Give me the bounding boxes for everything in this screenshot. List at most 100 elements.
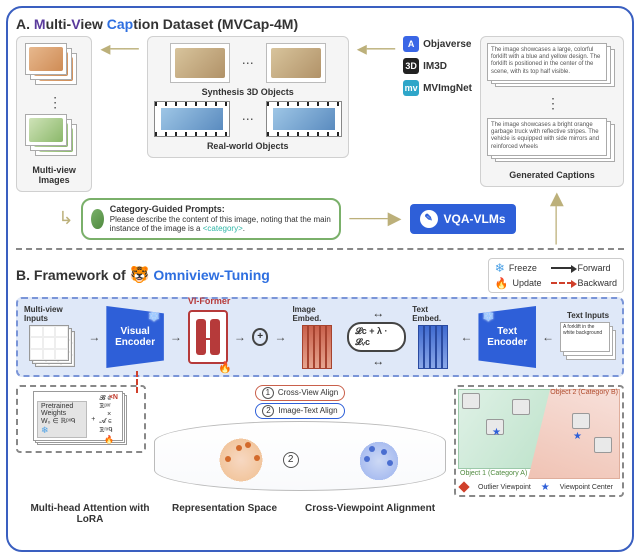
dataset-list: A Objaverse 3D IM3D mv MVImgNet bbox=[403, 36, 472, 96]
lora-box: ×N Pretrained Weights W₀ ∈ ℝᵖˣᑫ ❄ + 𝓑 ∈ … bbox=[16, 385, 146, 453]
text-sample: A forklift in the white background bbox=[563, 324, 602, 336]
panel-a: A. Multi-View Caption Dataset (MVCap-4M)… bbox=[16, 16, 624, 240]
arrow-left-icon: ← bbox=[542, 330, 554, 344]
synth-object-cell bbox=[266, 43, 326, 83]
image-embed: Image Embed. bbox=[292, 305, 341, 369]
star-icon: ★ bbox=[573, 431, 582, 442]
panel-b: B. Framework of 🐯 Omniview-Tuning ❄Freez… bbox=[16, 258, 624, 542]
oplus-icon: + bbox=[252, 328, 269, 346]
legend-update: 🔥Update bbox=[495, 277, 542, 290]
caption-stack-1: The image showcases a large, colorful fo… bbox=[487, 43, 617, 89]
caption-stack-2: The image showcases a bright orange garb… bbox=[487, 118, 617, 164]
visual-encoder-block: Visual Encoder ❄ bbox=[106, 306, 164, 368]
cv-thumb-icon bbox=[462, 393, 480, 409]
prompt-title: Category-Guided Prompts: bbox=[110, 204, 332, 215]
text-inputs-label: Text Inputs bbox=[567, 311, 609, 320]
thumb-icon bbox=[25, 43, 67, 75]
cv-legend-outlier: Outlier Viewpoint bbox=[478, 484, 531, 491]
dataset-objaverse: A Objaverse bbox=[403, 36, 472, 52]
captions-label: Generated Captions bbox=[509, 170, 595, 180]
cv-caption: Cross-Viewpoint Alignment bbox=[285, 503, 455, 525]
visual-encoder-label: Visual Encoder bbox=[106, 326, 164, 348]
legend-backward-label: Backward bbox=[577, 278, 617, 288]
badge-1-icon: 1 bbox=[262, 387, 274, 399]
lora-plus-icon: + bbox=[91, 416, 95, 423]
vqa-vlms-box: ✎ VQA-VLMs bbox=[410, 204, 516, 234]
align-labels: 1 Cross-View Align 2 Image-Text Align bbox=[255, 385, 345, 419]
title-tion: tion Dataset (MVCap-4M) bbox=[133, 16, 298, 32]
divider bbox=[16, 248, 624, 250]
lora-a: 𝓐 ∈ ℝʳˣᑫ bbox=[99, 418, 119, 435]
arrow-right-icon: → bbox=[170, 330, 182, 344]
title-iew: iew bbox=[80, 16, 106, 32]
loss-pill: 𝓛ᴄ + λ · 𝓛ᵥᴄ bbox=[347, 322, 406, 352]
lora-card: ×N Pretrained Weights W₀ ∈ ℝᵖˣᑫ ❄ + 𝓑 ∈ … bbox=[33, 391, 123, 441]
panel-b-bottom-row: ×N Pretrained Weights W₀ ∈ ℝᵖˣᑫ ❄ + 𝓑 ∈ … bbox=[16, 385, 624, 497]
tiger-emoji-icon: 🐯 bbox=[130, 267, 150, 284]
thumb-stack-truck bbox=[25, 43, 83, 91]
real-row: ⋯ bbox=[154, 101, 342, 137]
snowflake-icon: ❄ bbox=[495, 261, 505, 275]
arrow-solid-icon bbox=[551, 267, 573, 269]
object-thumb-icon bbox=[170, 43, 230, 83]
ellipsis-icon: ⋯ bbox=[242, 112, 254, 126]
cv-thumb-icon bbox=[572, 413, 590, 429]
captions-box: The image showcases a large, colorful fo… bbox=[480, 36, 624, 187]
panel-b-header: B. Framework of 🐯 Omniview-Tuning ❄Freez… bbox=[16, 258, 624, 293]
film-strip-icon bbox=[266, 101, 342, 137]
embed-bar-icon bbox=[442, 325, 448, 369]
lora-pretrained: Pretrained Weights W₀ ∈ ℝᵖˣᑫ ❄ bbox=[37, 401, 87, 438]
vi-bridge-icon bbox=[202, 338, 218, 340]
title-cap: Cap bbox=[107, 16, 133, 32]
text-embed-label: Text Embed. bbox=[412, 305, 454, 323]
vi-former-block bbox=[188, 310, 228, 364]
im3d-label: IM3D bbox=[423, 61, 447, 72]
text-embed-bars bbox=[418, 325, 448, 369]
image-text-label: Image-Text Align bbox=[278, 406, 337, 415]
vqa-label: VQA-VLMs bbox=[444, 212, 506, 226]
legend-freeze: ❄Freeze bbox=[495, 261, 542, 275]
thumb-stack-plant bbox=[25, 114, 83, 162]
panel-a-prefix: A. bbox=[16, 16, 34, 32]
point-icon bbox=[387, 460, 393, 466]
point-icon bbox=[225, 456, 231, 462]
star-icon: ★ bbox=[492, 427, 501, 438]
prompt-body-b: . bbox=[243, 224, 245, 233]
fire-icon: 🔥 bbox=[495, 277, 509, 290]
panel-a-bottom-row: ↳ Category-Guided Prompts: Please descri… bbox=[16, 198, 624, 240]
figure-frame: A. Multi-View Caption Dataset (MVCap-4M)… bbox=[6, 6, 634, 552]
objects-box: ⋯ Synthesis 3D Objects ⋯ Real-world Obje… bbox=[147, 36, 349, 158]
cv-obj1-label: Object 1 (Category A) bbox=[460, 470, 527, 477]
double-arrow-icon: ↔ bbox=[372, 306, 381, 320]
text-encoder-block: Text Encoder ❄ bbox=[478, 306, 536, 368]
mv-input-stack bbox=[29, 325, 77, 369]
title-ulti: ulti- bbox=[46, 16, 72, 32]
double-arrow-icon: ↔ bbox=[372, 354, 381, 368]
lora-times-n: ×N bbox=[109, 394, 118, 401]
diamond-icon bbox=[458, 482, 469, 493]
lora-caption-a: Multi-head Attention with LoRA bbox=[30, 503, 149, 525]
cv-obj2-label: Object 2 (Category B) bbox=[550, 389, 618, 396]
badge-2-icon: 2 bbox=[262, 405, 274, 417]
representation-space-box: 1 Cross-View Align 2 Image-Text Align bbox=[154, 385, 446, 491]
caption-text: The image showcases a bright orange garb… bbox=[491, 122, 599, 150]
im3d-icon: 3D bbox=[403, 58, 419, 74]
arrow-right-icon: → bbox=[234, 330, 246, 344]
mvimgnet-label: MVImgNet bbox=[423, 83, 472, 94]
prompt-text: Category-Guided Prompts: Please describe… bbox=[110, 204, 332, 234]
snowflake-icon: ❄ bbox=[41, 425, 49, 435]
thumb-icon bbox=[25, 114, 67, 146]
cluster-text bbox=[354, 441, 404, 481]
cross-view-label: Cross-View Align bbox=[278, 388, 338, 397]
arrow-right-icon: → bbox=[274, 330, 286, 344]
film-strip-icon bbox=[154, 101, 230, 137]
image-text-align-pill: 2 Image-Text Align bbox=[255, 403, 344, 419]
image-embed-label: Image Embed. bbox=[292, 305, 341, 323]
title-letter-m: M bbox=[34, 16, 46, 32]
panel-b-prefix: B. Framework of bbox=[16, 267, 130, 283]
prompt-category-token: <category> bbox=[203, 224, 243, 233]
caption-text: The image showcases a large, colorful fo… bbox=[491, 47, 600, 75]
ellipsis-icon: ⋮ bbox=[546, 95, 558, 112]
category-prompt-box: Category-Guided Prompts: Please describe… bbox=[81, 198, 341, 240]
arrow-right-icon: ───▶ bbox=[349, 208, 401, 229]
